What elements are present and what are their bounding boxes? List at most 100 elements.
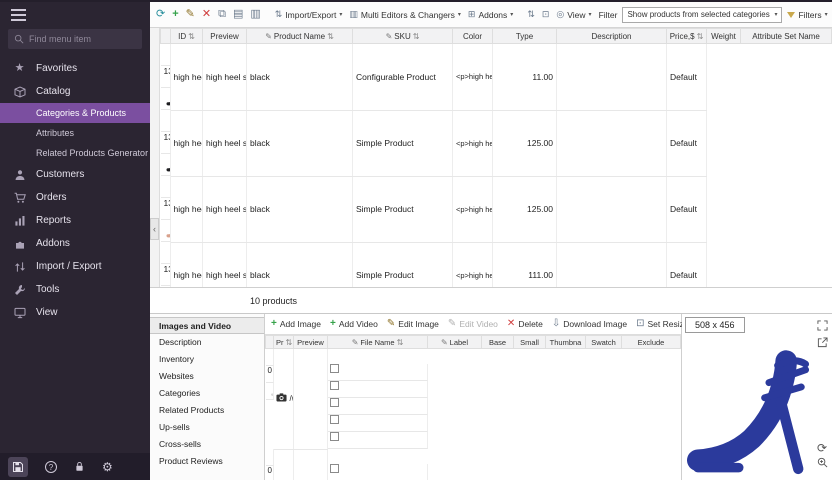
edit-video-button[interactable]: ✎ Edit Video [448, 319, 498, 329]
image-column-header-swatch[interactable]: Swatch [586, 336, 622, 349]
expand-rows-button[interactable]: ⊡ [542, 10, 550, 19]
add-video-button[interactable]: + Add Video [330, 319, 378, 329]
product-row[interactable]: 13732high heel sandals-blackhigh heel sa… [161, 110, 832, 176]
zoom-icon[interactable] [817, 456, 828, 472]
image-column-header-label[interactable]: ✎Label [428, 336, 482, 349]
image-row[interactable]: 0/w/h/white_1.jpg [266, 349, 681, 450]
tab-websites[interactable]: Websites [150, 368, 264, 385]
tab-product-reviews[interactable]: Product Reviews [150, 453, 264, 470]
add-image-button[interactable]: + Add Image [271, 319, 321, 329]
product-row[interactable]: 13736high heel sandals-black-36high heel… [161, 242, 832, 287]
tab-description[interactable]: Description [150, 334, 264, 351]
sort-icon: ⇅ [697, 32, 704, 41]
hamburger-menu-icon[interactable] [0, 2, 150, 24]
column-header-color[interactable]: Color [453, 29, 493, 44]
tab-related-products[interactable]: Related Products [150, 402, 264, 419]
column-header-type[interactable]: Type [493, 29, 557, 44]
sidebar-item-tools[interactable]: Tools [0, 278, 150, 301]
column-header-attribute-set-name[interactable]: Attribute Set Name [741, 29, 832, 44]
sidebar-item-catalog[interactable]: Catalog [0, 80, 150, 103]
edit-product-button[interactable]: ✎ [186, 9, 195, 20]
exclude-checkbox[interactable] [330, 432, 339, 441]
tab-inventory[interactable]: Inventory [150, 351, 264, 368]
import-export-menu[interactable]: ⇅ Import/Export ▾ [275, 10, 343, 20]
image-column-header-small[interactable]: Small [514, 336, 546, 349]
tab-cross-sells[interactable]: Cross-sells [150, 436, 264, 453]
storage-icon[interactable] [8, 457, 28, 477]
cell-color: black [247, 110, 353, 176]
resize-dimensions-field[interactable]: 508 x 456 [685, 317, 745, 333]
delete-product-button[interactable]: ✕ [202, 9, 211, 20]
sidebar-item-related-products-generator[interactable]: Related Products Generator [0, 143, 150, 163]
image-row[interactable]: 0/r/e/red_1.jpg [266, 449, 681, 480]
column-header-sku[interactable]: ✎SKU⇅ [353, 29, 453, 44]
columns-button[interactable]: ▥ [250, 9, 260, 20]
fullscreen-icon[interactable] [817, 319, 828, 335]
column-header-label: Pr [276, 338, 284, 347]
filters-button[interactable]: Filters ▾ [787, 10, 827, 20]
view-menu[interactable]: ◎ View ▾ [556, 10, 591, 20]
column-header-price[interactable]: Price,$⇅ [667, 29, 707, 44]
column-header-id[interactable]: ID⇅ [171, 29, 203, 44]
sidebar-item-view[interactable]: View [0, 301, 150, 324]
image-column-header-pr[interactable]: Pr⇅ [274, 336, 294, 349]
sort-ascending-button[interactable]: ⇅ [527, 10, 535, 19]
sidebar-item-favorites[interactable]: ★Favorites [0, 57, 150, 80]
sidebar-item-orders[interactable]: Orders [0, 186, 150, 209]
add-product-button[interactable]: + [172, 9, 178, 20]
cell-weight [557, 44, 667, 111]
copy-button[interactable]: ⧉ [218, 9, 226, 20]
base-checkbox[interactable] [330, 364, 339, 373]
addons-menu[interactable]: ⊞ Addons ▾ [468, 10, 513, 20]
sidebar-item-reports[interactable]: Reports [0, 209, 150, 232]
swatch-checkbox[interactable] [330, 415, 339, 424]
paste-button[interactable]: ▤ [233, 9, 243, 20]
edit-image-button[interactable]: ✎ Edit Image [387, 319, 439, 329]
images-table: Pr⇅Preview✎File Name⇅✎LabelBaseSmallThum… [265, 335, 681, 480]
sidebar-item-addons[interactable]: Addons [0, 232, 150, 255]
sidebar-item-import-export[interactable]: Import / Export [0, 255, 150, 278]
column-header-weight[interactable]: Weight [707, 29, 741, 44]
menu-search-input[interactable]: Find menu item [8, 29, 142, 49]
small-checkbox[interactable] [330, 381, 339, 390]
column-header-description[interactable]: Description [557, 29, 667, 44]
tab-up-sells[interactable]: Up-sells [150, 419, 264, 436]
help-icon[interactable]: ? [45, 461, 57, 473]
image-column-header-exclude[interactable]: Exclude [622, 336, 681, 349]
cell-product-name: high heel sandals-black-36 [171, 242, 203, 287]
addons-icon [12, 238, 27, 250]
sidebar-menu: ★FavoritesCatalogCategories & ProductsAt… [0, 57, 150, 324]
tab-images-and-video[interactable]: Images and Video [150, 317, 264, 334]
multi-editors-menu[interactable]: ▥ Multi Editors & Changers ▾ [349, 10, 461, 20]
sort-icon: ⇅ [188, 32, 195, 41]
search-icon [14, 34, 24, 44]
image-column-header-base[interactable]: Base [482, 336, 514, 349]
delete-image-button[interactable]: ✕ Delete [507, 319, 543, 329]
row-marker-header [161, 29, 171, 44]
product-row[interactable]: 13731high heel sandalshigh heel sandalsb… [161, 44, 832, 111]
tab-categories[interactable]: Categories [150, 385, 264, 402]
filter-select[interactable]: Show products from selected categories ▾ [622, 7, 782, 23]
multi-editors-label: Multi Editors & Changers [361, 10, 455, 20]
image-column-header-thumbna[interactable]: Thumbna [546, 336, 586, 349]
sidebar-item-categories-products[interactable]: Categories & Products [0, 103, 150, 123]
image-column-header-file-name[interactable]: ✎File Name⇅ [328, 336, 428, 349]
column-header-label: Attribute Set Name [752, 32, 820, 41]
lock-icon[interactable] [74, 461, 85, 472]
base-checkbox[interactable] [330, 464, 339, 473]
download-image-button[interactable]: ⇩ Download Image [552, 319, 627, 329]
settings-gear-icon[interactable]: ⚙ [102, 461, 113, 473]
sidebar-item-customers[interactable]: Customers [0, 163, 150, 186]
product-row[interactable]: 13733high heel sandals-nudehigh heel san… [161, 176, 832, 242]
refresh-button[interactable]: ⟳ [156, 9, 165, 20]
thumbnail-checkbox[interactable] [330, 398, 339, 407]
column-header-preview[interactable]: Preview [203, 29, 247, 44]
collapse-panel-button[interactable]: ‹ [150, 218, 159, 240]
funnel-icon [787, 12, 795, 18]
image-column-header-preview[interactable]: Preview [294, 336, 328, 349]
sidebar-item-attributes[interactable]: Attributes [0, 123, 150, 143]
column-header-product-name[interactable]: ✎Product Name⇅ [247, 29, 353, 44]
rotate-icon[interactable]: ⟳ [817, 442, 827, 454]
customers-icon [12, 169, 27, 181]
panel-splitter[interactable]: ‹ [150, 28, 160, 287]
